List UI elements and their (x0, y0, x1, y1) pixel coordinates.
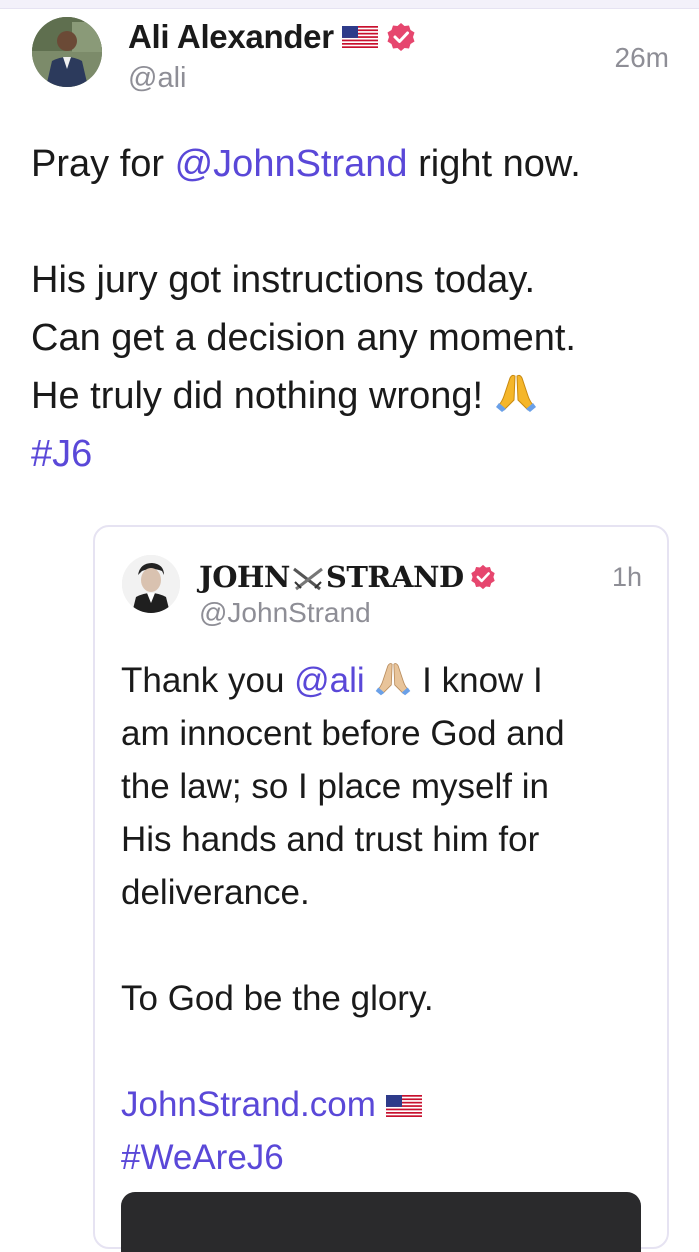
quoted-name-part2: STRAND (325, 560, 464, 594)
quoted-line-4: His hands and trust him for (121, 820, 540, 859)
post-timestamp[interactable]: 26m (615, 42, 669, 74)
quoted-line-5: deliverance. (121, 873, 310, 912)
quoted-line-8: #WeAreJ6 (121, 1131, 651, 1184)
post-line-3: Can get a decision any moment. (31, 317, 576, 359)
post-text: He truly did nothing wrong! (31, 375, 494, 417)
post-line-1: Pray for @JohnStrand right now. (31, 135, 681, 193)
post-line-5: #J6 (31, 425, 681, 483)
author-handle[interactable]: @ali (128, 62, 186, 95)
verified-badge-icon (386, 22, 416, 52)
quoted-media-preview[interactable] (121, 1192, 641, 1252)
hashtag-wearej6-link[interactable]: #WeAreJ6 (121, 1138, 284, 1177)
post-line-2: His jury got instructions today. (31, 259, 536, 301)
quoted-post-body: Thank you @ali I know I am innocent befo… (121, 654, 651, 1184)
quoted-line-2: am innocent before God and (121, 714, 565, 753)
mention-ali-link[interactable]: @ali (294, 661, 365, 700)
quoted-author-handle[interactable]: @JohnStrand (199, 597, 371, 629)
quoted-line-1: Thank you @ali I know I (121, 654, 651, 707)
quoted-author-name-row: JOHN STRAND (199, 560, 496, 594)
praying-hands-icon (494, 370, 538, 414)
post-body: Pray for @JohnStrand right now. His jury… (31, 135, 681, 483)
crossed-swords-icon (290, 565, 326, 593)
quoted-author-display-name[interactable]: JOHN STRAND (199, 560, 464, 594)
author-name-row: Ali Alexander (128, 18, 416, 56)
author-display-name[interactable]: Ali Alexander (128, 18, 334, 56)
quoted-post-timestamp[interactable]: 1h (612, 562, 642, 593)
mention-johnstrand-link[interactable]: @JohnStrand (175, 143, 408, 185)
quoted-line-7: JohnStrand.com (121, 1078, 651, 1131)
post-text: right now. (407, 143, 581, 185)
praying-hands-icon (374, 659, 412, 697)
us-flag-icon (341, 26, 378, 48)
quoted-line-3: the law; so I place myself in (121, 767, 549, 806)
post-line-4: He truly did nothing wrong! (31, 367, 681, 425)
us-flag-icon (385, 1079, 422, 1117)
quoted-post-card[interactable]: JOHN STRAND @JohnStrand 1h Thank you @al… (93, 525, 669, 1252)
hashtag-j6-link[interactable]: #J6 (31, 433, 92, 475)
quoted-name-part1: JOHN (199, 560, 290, 594)
author-avatar[interactable] (32, 17, 102, 87)
quoted-text: I know I (412, 661, 543, 700)
verified-badge-icon (470, 564, 496, 590)
quoted-line-6: To God be the glory. (121, 979, 434, 1018)
quoted-author-avatar[interactable] (122, 555, 180, 613)
post: Ali Alexander @ali 26m Pray for @JohnStr… (0, 0, 699, 1252)
johnstrand-website-link[interactable]: JohnStrand.com (121, 1085, 376, 1124)
quoted-text: Thank you (121, 661, 295, 700)
post-text: Pray for (31, 143, 175, 185)
